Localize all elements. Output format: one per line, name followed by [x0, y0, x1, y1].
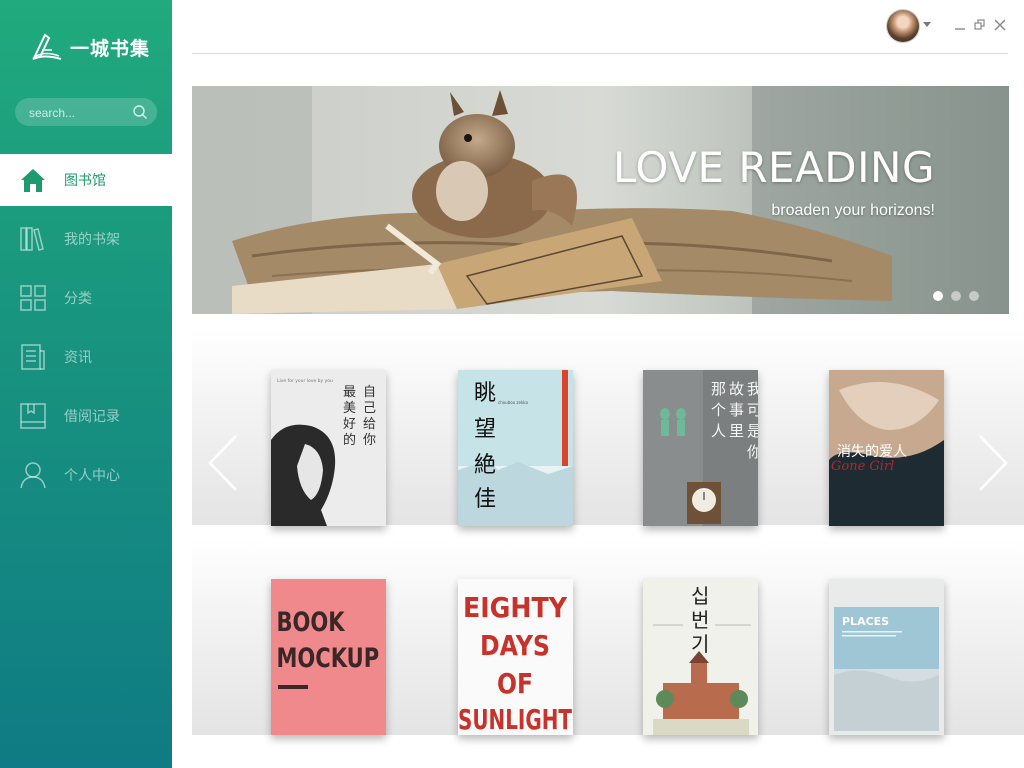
book-title: 消失的爱人 [837, 444, 907, 460]
search-input[interactable] [27, 102, 131, 124]
restore-icon[interactable] [973, 18, 987, 32]
home-icon [19, 166, 47, 194]
nav-item-category[interactable]: 分类 [0, 272, 172, 324]
search-box[interactable] [15, 98, 157, 126]
main-nav: 图书馆 我的书架 分类 资讯 借阅记录 个人中心 [0, 154, 172, 508]
nav-label: 个人中心 [64, 467, 120, 483]
book-title: MOCKUP [276, 642, 379, 673]
book-title: DAYS [480, 629, 550, 662]
book-card[interactable]: 眺望絶佳 chouboo zekka [458, 370, 573, 526]
squirrel-reading-image [192, 86, 1009, 314]
nav-label: 资讯 [64, 349, 92, 365]
nav-label: 图书馆 [64, 172, 106, 188]
book-card[interactable]: Live for your love by you 最美好的 自己给你 [271, 370, 386, 526]
book-title: EIGHTY [463, 591, 568, 624]
close-icon[interactable] [993, 18, 1007, 32]
nav-label: 借阅记录 [64, 408, 120, 424]
book-title: 십번기 [691, 584, 709, 656]
banner-title: LOVE READING [613, 143, 935, 192]
book-card[interactable]: BOOK MOCKUP [271, 579, 386, 735]
book-subtitle: Gone Girl [831, 459, 894, 474]
app-brand[interactable]: 一城书集 [30, 30, 150, 64]
nav-item-borrow-record[interactable]: 借阅记录 [0, 390, 172, 442]
carousel-dot[interactable] [969, 291, 979, 301]
nav-label: 分类 [64, 290, 92, 306]
carousel-dots [933, 291, 979, 301]
chevron-right-icon[interactable] [976, 434, 1010, 492]
bookshelf-icon [19, 225, 47, 253]
carousel-dot[interactable] [951, 291, 961, 301]
nav-item-profile[interactable]: 个人中心 [0, 449, 172, 501]
nav-label: 我的书架 [64, 231, 120, 247]
news-icon [19, 343, 47, 371]
search-icon[interactable] [132, 104, 148, 120]
nav-item-bookshelf[interactable]: 我的书架 [0, 213, 172, 265]
book-logo-icon [32, 33, 62, 60]
book-title: OF [497, 667, 533, 700]
minimize-icon[interactable] [953, 18, 967, 32]
sidebar: 一城书集 图书馆 我的书架 [0, 0, 172, 768]
book-card[interactable]: EIGHTY DAYS OF SUNLIGHT [458, 579, 573, 735]
nav-item-news[interactable]: 资讯 [0, 331, 172, 383]
book-card[interactable]: PLACES [829, 579, 944, 735]
nav-item-library[interactable]: 图书馆 [0, 154, 172, 206]
avatar[interactable] [887, 10, 919, 42]
hero-banner[interactable]: LOVE READING broaden your horizons! [192, 86, 1009, 314]
user-icon [19, 461, 47, 489]
book-title: PLACES [842, 615, 889, 628]
chevron-left-icon[interactable] [206, 434, 240, 492]
book-card[interactable]: 消失的爱人 Gone Girl [829, 370, 944, 526]
book-title: BOOK [276, 606, 345, 637]
carousel-dot[interactable] [933, 291, 943, 301]
header-divider [192, 53, 1008, 54]
banner-subtitle: broaden your horizons! [771, 202, 935, 219]
book-title: SUNLIGHT [458, 703, 572, 735]
book-card[interactable]: 我可是你 故事里 那个人 [643, 370, 758, 526]
book-record-icon [19, 402, 47, 430]
book-top-text: Live for your love by you [277, 378, 333, 384]
app-name: 一城书集 [70, 38, 151, 60]
book-card[interactable]: 십번기 [643, 579, 758, 735]
book-subtitle: chouboo zekka [498, 400, 529, 405]
chevron-down-icon[interactable] [923, 22, 931, 27]
grid-icon [19, 284, 47, 312]
